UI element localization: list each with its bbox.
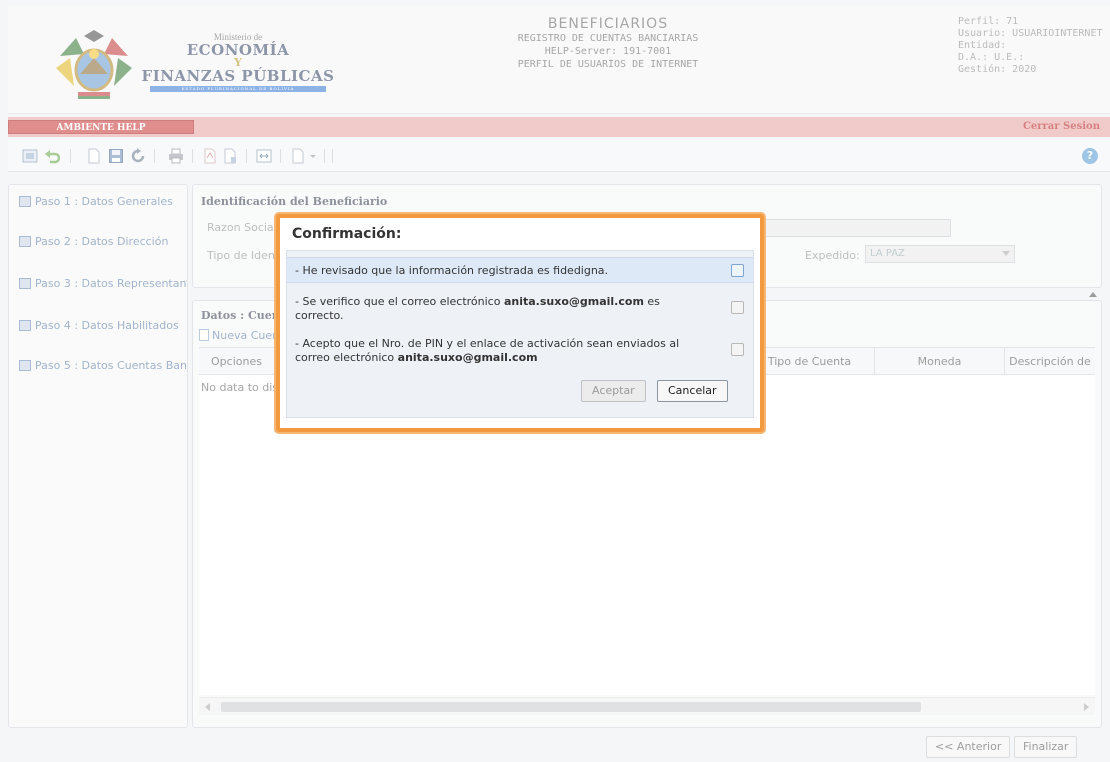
confirm-row-1: - He revisado que la información registr… [287,257,753,283]
confirm-row-2: - Se verifico que el correo electrónico … [287,295,753,327]
dialog-title: Confirmación: [292,226,402,242]
confirm-checkbox-2[interactable] [731,301,744,314]
confirm-checkbox-1[interactable] [731,264,744,277]
confirm-text-1: - He revisado que la información registr… [295,264,609,277]
accept-button[interactable]: Aceptar [581,380,646,402]
confirm-text-2-prefix: - Se verifico que el correo electrónico [295,295,504,308]
confirm-row-3: - Acepto que el Nro. de PIN y el enlace … [287,337,753,369]
confirm-email-3: anita.suxo@gmail.com [397,351,538,364]
cancel-button[interactable]: Cancelar [657,380,728,402]
confirm-email-2: anita.suxo@gmail.com [503,295,644,308]
confirm-text-3: - Acepto que el Nro. de PIN y el enlace … [295,337,695,365]
confirm-text-2: - Se verifico que el correo electrónico … [295,295,675,323]
dialog-body: - He revisado que la información registr… [286,250,754,418]
confirmation-dialog: Confirmación: - He revisado que la infor… [276,214,764,432]
confirm-checkbox-3[interactable] [731,343,744,356]
